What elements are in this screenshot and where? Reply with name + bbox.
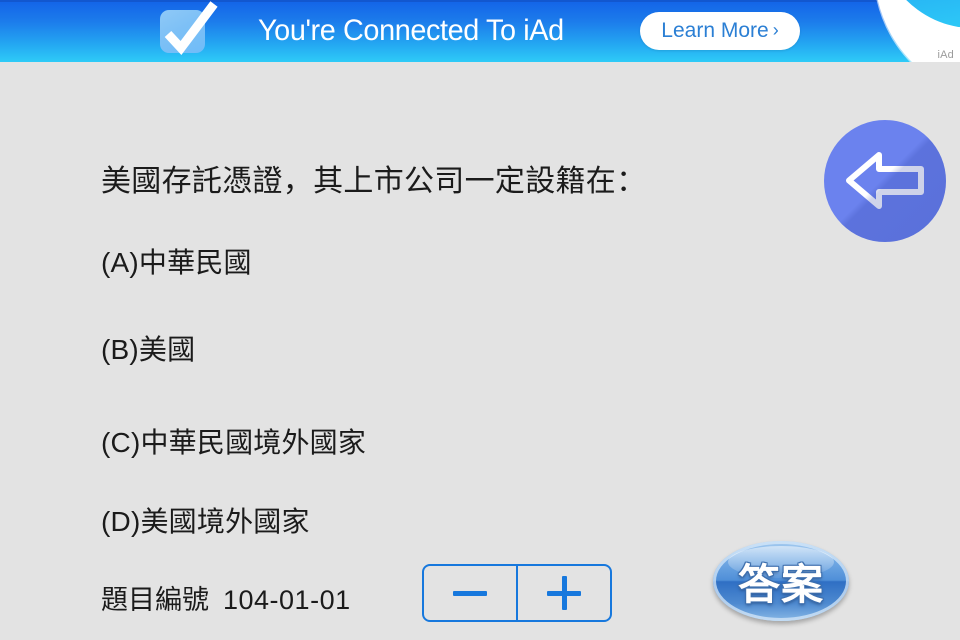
banner-corner-curve-fill xyxy=(874,0,960,28)
show-answer-label: 答案 xyxy=(737,560,824,608)
stepper-decrement-button[interactable] xyxy=(424,566,516,620)
option-d[interactable]: (D)美國境外國家 xyxy=(101,500,310,540)
option-c[interactable]: (C)中華民國境外國家 xyxy=(101,421,366,461)
iad-banner[interactable]: You're Connected To iAd Learn More › iAd xyxy=(0,0,960,62)
iad-network-label: iAd xyxy=(937,49,954,61)
learn-more-button[interactable]: Learn More › xyxy=(640,12,800,50)
question-id-value: 104-01-01 xyxy=(223,585,351,615)
stepper-increment-button[interactable] xyxy=(516,566,610,620)
question-stepper[interactable] xyxy=(422,564,612,622)
chevron-right-icon: › xyxy=(772,20,779,40)
option-b[interactable]: (B)美國 xyxy=(101,328,195,368)
show-answer-button[interactable]: 答案 xyxy=(713,541,849,621)
question-text: 美國存託憑證，其上市公司一定設籍在： xyxy=(101,165,647,198)
option-a[interactable]: (A)中華民國 xyxy=(101,241,252,281)
back-button[interactable] xyxy=(824,120,946,242)
back-button-shadow xyxy=(824,120,946,242)
checkmark-icon xyxy=(160,1,218,56)
banner-top-border xyxy=(0,0,960,2)
question-id: 題目編號 104-01-01 xyxy=(101,578,351,617)
plus-icon-vertical xyxy=(562,576,567,610)
question-id-label: 題目編號 xyxy=(101,585,209,615)
learn-more-label: Learn More xyxy=(661,19,769,42)
banner-title: You're Connected To iAd xyxy=(258,14,564,47)
app-root: You're Connected To iAd Learn More › iAd … xyxy=(0,0,960,640)
minus-icon xyxy=(453,591,487,596)
